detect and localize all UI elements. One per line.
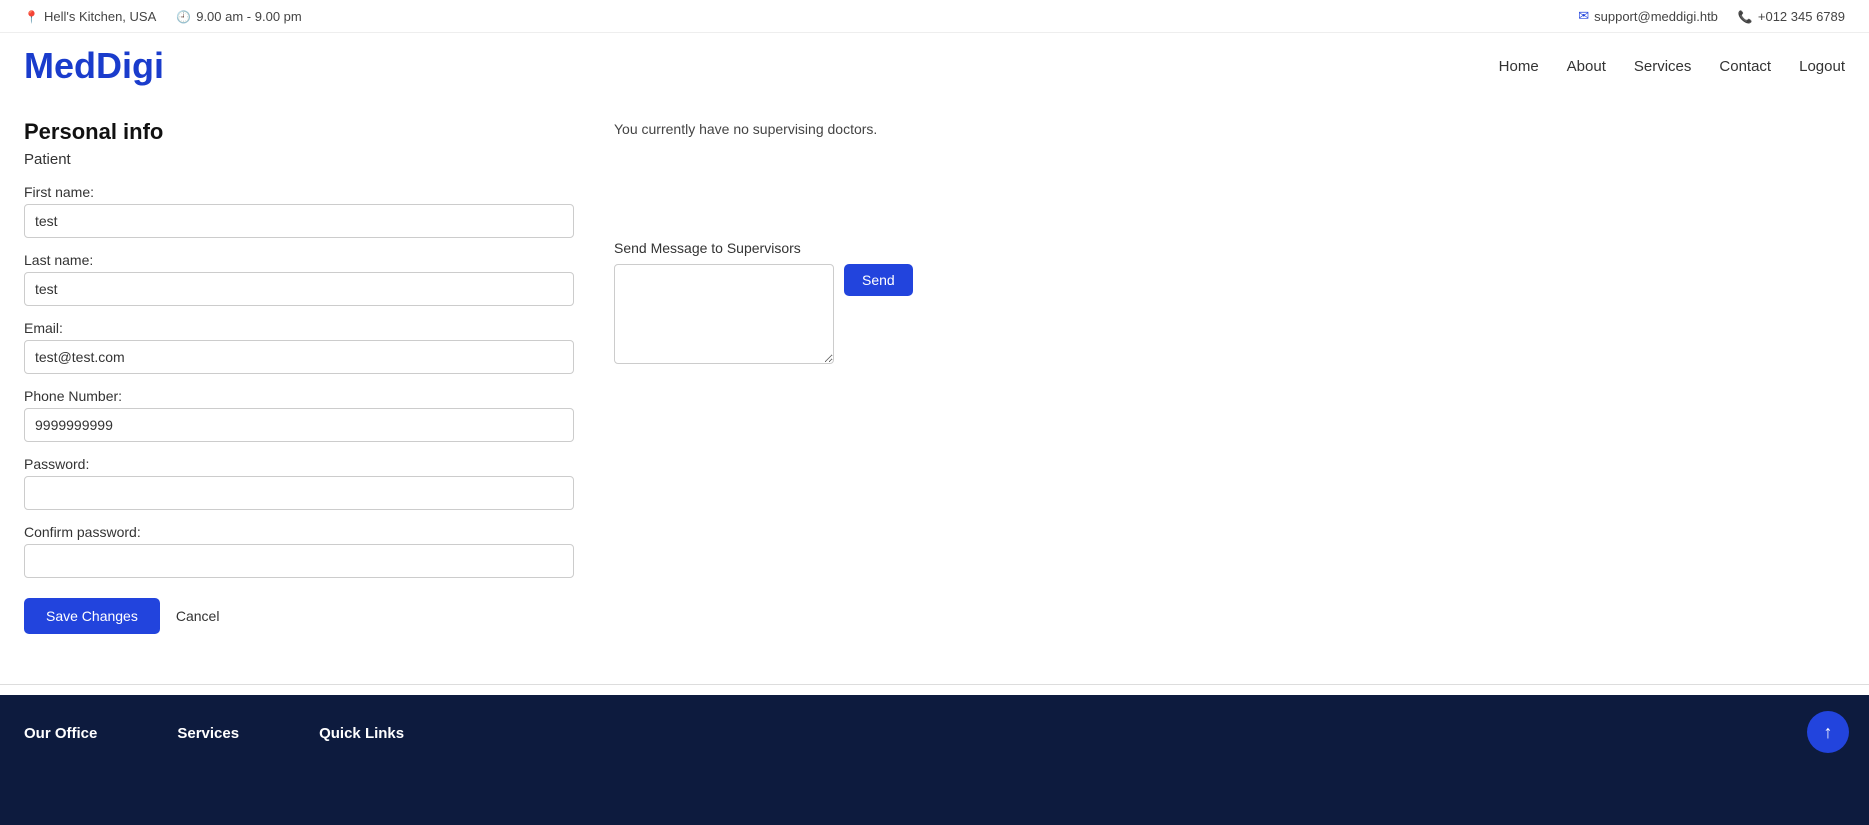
- topbar-email-text: support@meddigi.htb: [1594, 9, 1718, 24]
- nav-logout[interactable]: Logout: [1799, 58, 1845, 75]
- password-input[interactable]: [24, 476, 574, 510]
- message-textarea[interactable]: [614, 264, 834, 364]
- phone-group: Phone Number:: [24, 388, 574, 442]
- nav-about[interactable]: About: [1567, 58, 1606, 75]
- footer-col-office: Our Office: [24, 725, 97, 750]
- main-nav: Home About Services Contact Logout: [1499, 58, 1845, 75]
- no-doctors-text: You currently have no supervising doctor…: [614, 119, 1845, 140]
- topbar-email: support@meddigi.htb: [1578, 8, 1718, 24]
- confirm-password-group: Confirm password:: [24, 524, 574, 578]
- send-button[interactable]: Send: [844, 264, 913, 296]
- phone-icon: [1738, 9, 1753, 24]
- cancel-button[interactable]: Cancel: [176, 608, 220, 624]
- footer-links-title: Quick Links: [319, 725, 404, 742]
- last-name-group: Last name:: [24, 252, 574, 306]
- first-name-input[interactable]: [24, 204, 574, 238]
- clock-icon: [176, 9, 191, 24]
- footer-inner: Our Office Services Quick Links: [24, 725, 1845, 750]
- email-icon: [1578, 8, 1589, 24]
- footer-col-links: Quick Links: [319, 725, 404, 750]
- content-divider: [0, 684, 1869, 685]
- sidebar-section: You currently have no supervising doctor…: [614, 119, 1845, 634]
- confirm-password-label: Confirm password:: [24, 524, 574, 540]
- form-actions: Save Changes Cancel: [24, 598, 574, 634]
- save-changes-button[interactable]: Save Changes: [24, 598, 160, 634]
- nav-contact[interactable]: Contact: [1719, 58, 1771, 75]
- main-content: Personal info Patient First name: Last n…: [0, 99, 1869, 674]
- logo[interactable]: MedDigi: [24, 45, 164, 87]
- topbar: Hell's Kitchen, USA 9.00 am - 9.00 pm su…: [0, 0, 1869, 33]
- phone-label: Phone Number:: [24, 388, 574, 404]
- email-label: Email:: [24, 320, 574, 336]
- topbar-location-text: Hell's Kitchen, USA: [44, 9, 156, 24]
- header: MedDigi Home About Services Contact Logo…: [0, 33, 1869, 99]
- location-icon: [24, 9, 39, 24]
- password-label: Password:: [24, 456, 574, 472]
- send-message-label: Send Message to Supervisors: [614, 240, 1845, 256]
- phone-input[interactable]: [24, 408, 574, 442]
- nav-home[interactable]: Home: [1499, 58, 1539, 75]
- topbar-hours-text: 9.00 am - 9.00 pm: [196, 9, 302, 24]
- topbar-hours: 9.00 am - 9.00 pm: [176, 9, 301, 24]
- form-section: Personal info Patient First name: Last n…: [24, 119, 574, 634]
- topbar-location: Hell's Kitchen, USA: [24, 9, 156, 24]
- footer-col-services: Services: [177, 725, 239, 750]
- email-group: Email:: [24, 320, 574, 374]
- footer-office-title: Our Office: [24, 725, 97, 742]
- footer-services-title: Services: [177, 725, 239, 742]
- send-message-row: Send: [614, 264, 1845, 364]
- scroll-to-top-button[interactable]: ↑: [1807, 711, 1849, 753]
- patient-label: Patient: [24, 151, 574, 168]
- password-group: Password:: [24, 456, 574, 510]
- last-name-input[interactable]: [24, 272, 574, 306]
- page-title: Personal info: [24, 119, 574, 145]
- nav-services[interactable]: Services: [1634, 58, 1692, 75]
- confirm-password-input[interactable]: [24, 544, 574, 578]
- first-name-group: First name:: [24, 184, 574, 238]
- footer: Our Office Services Quick Links: [0, 695, 1869, 825]
- last-name-label: Last name:: [24, 252, 574, 268]
- topbar-phone: +012 345 6789: [1738, 9, 1845, 24]
- topbar-phone-text: +012 345 6789: [1758, 9, 1845, 24]
- first-name-label: First name:: [24, 184, 574, 200]
- email-input[interactable]: [24, 340, 574, 374]
